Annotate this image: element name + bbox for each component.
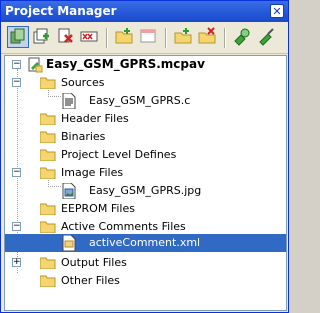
tree-file-c[interactable]: Easy_GSM_GPRS.c xyxy=(5,92,286,110)
copy-icon[interactable] xyxy=(7,26,29,48)
tree-label: Project Level Defines xyxy=(61,148,177,161)
toolbar xyxy=(1,23,288,54)
tree-folder-image-files[interactable]: − Image Files xyxy=(5,164,286,182)
tree-label: Active Comments Files xyxy=(61,220,186,233)
toolbar-separator xyxy=(106,28,108,48)
toolbar-separator xyxy=(165,28,167,48)
tree-folder-output-files[interactable]: + Output Files xyxy=(5,254,286,272)
folder-open-icon xyxy=(40,77,56,89)
tree-label: Easy_GSM_GPRS.c xyxy=(89,94,191,107)
clean-icon[interactable] xyxy=(256,26,278,48)
tree-folder-project-level-defines[interactable]: Project Level Defines xyxy=(5,146,286,164)
tree-label: EEPROM Files xyxy=(61,202,135,215)
folder-icon xyxy=(40,149,56,161)
tree-label: activeComment.xml xyxy=(89,236,201,249)
collapse-toggle[interactable]: − xyxy=(12,222,21,231)
add-files-icon[interactable] xyxy=(31,26,53,48)
folder-icon xyxy=(40,203,56,215)
expand-toggle[interactable]: + xyxy=(12,258,21,267)
remove-file-icon[interactable] xyxy=(55,26,77,48)
close-button[interactable]: ✕ xyxy=(270,4,284,18)
collapse-toggle[interactable]: − xyxy=(12,168,21,177)
folder-icon xyxy=(40,131,56,143)
tree-label: Output Files xyxy=(61,256,127,269)
tree-file-image[interactable]: Easy_GSM_GPRS.jpg xyxy=(5,182,286,200)
tree-label: Easy_GSM_GPRS.jpg xyxy=(89,184,202,197)
project-icon xyxy=(28,57,43,73)
tree-folder-eeprom-files[interactable]: EEPROM Files xyxy=(5,200,286,218)
toolbar-separator xyxy=(224,28,226,48)
xml-file-icon xyxy=(62,235,76,251)
tree-label: Image Files xyxy=(61,166,124,179)
title-bar[interactable]: Project Manager ✕ xyxy=(1,1,288,22)
project-tree[interactable]: − Easy_GSM_GPRS.mcpav − Sources Easy_GSM… xyxy=(4,55,287,311)
tree-label: Sources xyxy=(61,76,105,89)
folder-icon xyxy=(40,113,56,125)
remove-all-icon[interactable] xyxy=(79,26,101,48)
project-name: Easy_GSM_GPRS.mcpav xyxy=(46,57,205,71)
image-file-icon xyxy=(62,183,76,199)
folder-open-icon xyxy=(40,167,56,179)
new-folder-icon[interactable] xyxy=(114,26,136,48)
folder-open-icon xyxy=(40,221,56,233)
window-icon[interactable] xyxy=(138,26,160,48)
tree-file-xml-selected[interactable]: activeComment.xml xyxy=(5,234,286,252)
folder-icon xyxy=(40,275,56,287)
tree-label: Header Files xyxy=(61,112,129,125)
collapse-toggle[interactable]: − xyxy=(12,60,21,69)
window-title: Project Manager xyxy=(5,4,117,18)
collapse-toggle[interactable]: − xyxy=(12,78,21,87)
tree-label: Binaries xyxy=(61,130,106,143)
tree-folder-other-files[interactable]: Other Files xyxy=(5,272,286,290)
tree-folder-header-files[interactable]: Header Files xyxy=(5,110,286,128)
close-folder-icon[interactable] xyxy=(197,26,219,48)
open-folder-icon[interactable] xyxy=(173,26,195,48)
tree-folder-binaries[interactable]: Binaries xyxy=(5,128,286,146)
project-manager-window: Project Manager ✕ − Easy_GSM_GPRS.mcpav … xyxy=(0,0,289,313)
build-icon[interactable] xyxy=(232,26,254,48)
c-file-icon xyxy=(62,93,76,109)
tree-label: Other Files xyxy=(61,274,120,287)
tree-folder-sources[interactable]: − Sources xyxy=(5,74,286,92)
tree-root-project[interactable]: − Easy_GSM_GPRS.mcpav xyxy=(5,56,286,74)
folder-icon xyxy=(40,257,56,269)
